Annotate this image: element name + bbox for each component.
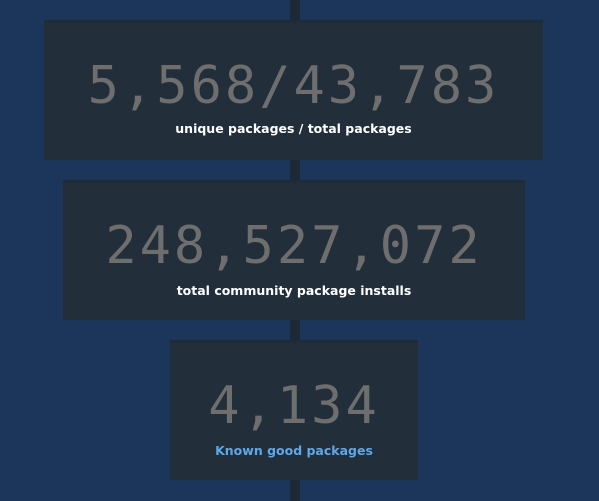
install-count-label: total community package installs <box>176 283 412 298</box>
package-count-label: unique packages / total packages <box>175 121 412 136</box>
known-good-card: 4,134 Known good packages <box>170 340 418 480</box>
package-count-value: 5,568/43,783 <box>87 56 500 116</box>
install-count-value: 248,527,072 <box>105 216 483 276</box>
known-good-value: 4,134 <box>208 376 380 436</box>
known-good-packages-link[interactable]: Known good packages <box>170 444 418 458</box>
package-count-card: 5,568/43,783 unique packages / total pac… <box>44 20 543 160</box>
install-count-card: 248,527,072 total community package inst… <box>63 180 525 320</box>
